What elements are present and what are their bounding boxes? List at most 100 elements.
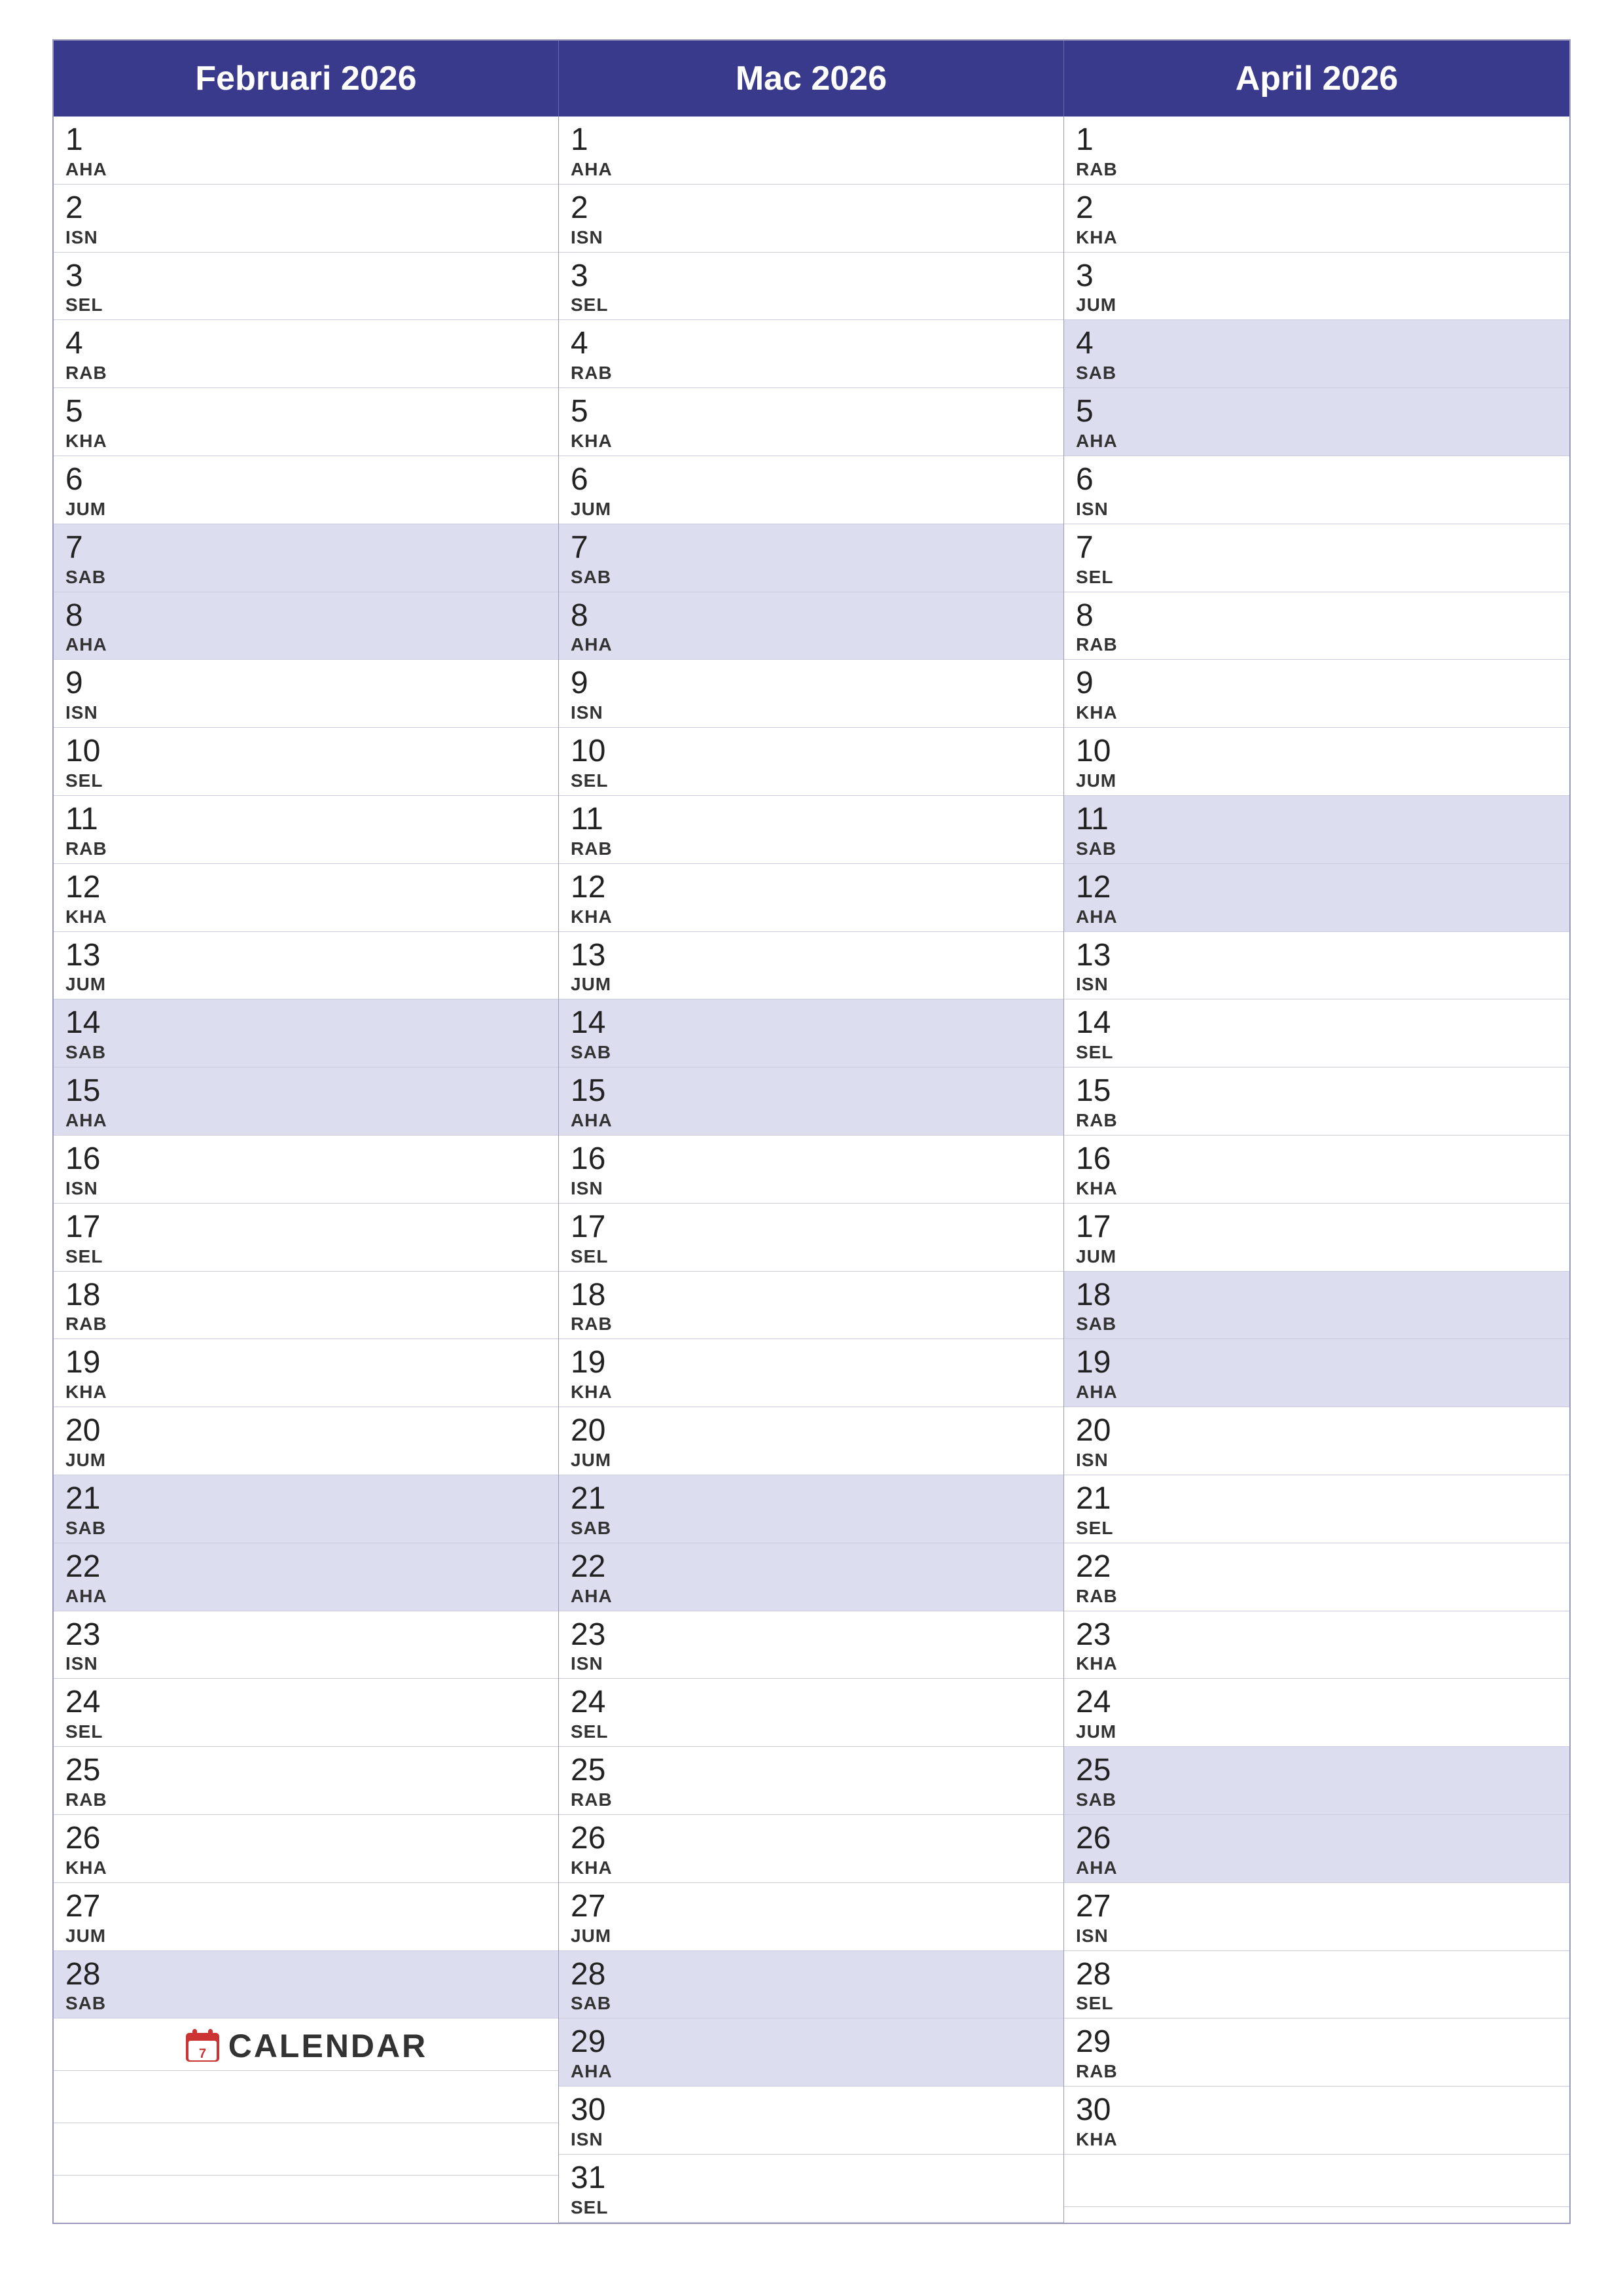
calendar-container: Februari 2026 Mac 2026 April 2026 1AHA2I… <box>52 39 1571 2224</box>
day-name: KHA <box>65 431 546 452</box>
day-number: 17 <box>571 1210 1052 1245</box>
day-name: KHA <box>1076 702 1558 723</box>
empty-row <box>54 2123 558 2176</box>
month-col-1: 1AHA2ISN3SEL4RAB5KHA6JUM7SAB8AHA9ISN10SE… <box>559 117 1064 2223</box>
month-header-februari: Februari 2026 <box>54 41 559 117</box>
day-number: 10 <box>571 734 1052 769</box>
day-number: 2 <box>1076 191 1558 226</box>
day-row: 27ISN <box>1064 1883 1569 1951</box>
day-name: SAB <box>65 1993 546 2014</box>
day-number: 24 <box>571 1685 1052 1720</box>
day-number: 19 <box>65 1346 546 1380</box>
day-row: 15RAB <box>1064 1067 1569 1136</box>
day-name: AHA <box>65 159 546 180</box>
day-number: 4 <box>571 327 1052 361</box>
day-row: 11SAB <box>1064 796 1569 864</box>
day-name: ISN <box>571 227 1052 248</box>
day-row: 17JUM <box>1064 1204 1569 1272</box>
day-number: 7 <box>1076 531 1558 565</box>
day-row: 4SAB <box>1064 320 1569 388</box>
day-row: 31SEL <box>559 2155 1063 2223</box>
day-number: 15 <box>571 1074 1052 1109</box>
day-name: AHA <box>1076 1382 1558 1403</box>
day-name: SAB <box>1076 838 1558 859</box>
day-name: JUM <box>65 1926 546 1946</box>
day-number: 20 <box>65 1414 546 1448</box>
day-number: 17 <box>65 1210 546 1245</box>
day-row: 12KHA <box>54 864 558 932</box>
day-row: 1RAB <box>1064 117 1569 185</box>
day-name: AHA <box>571 159 1052 180</box>
day-name: AHA <box>1076 906 1558 927</box>
day-number: 26 <box>65 1821 546 1856</box>
day-name: RAB <box>571 838 1052 859</box>
day-name: KHA <box>1076 1653 1558 1674</box>
day-name: ISN <box>1076 1450 1558 1471</box>
day-name: RAB <box>1076 2061 1558 2082</box>
day-name: SAB <box>65 1518 546 1539</box>
day-name: SEL <box>65 770 546 791</box>
day-number: 18 <box>1076 1278 1558 1313</box>
day-name: SAB <box>571 1993 1052 2014</box>
day-row: 28SAB <box>559 1951 1063 2019</box>
day-row: 21SAB <box>559 1475 1063 1543</box>
day-number: 9 <box>571 666 1052 701</box>
day-row: 18RAB <box>559 1272 1063 1340</box>
day-name: SAB <box>1076 363 1558 384</box>
day-row: 4RAB <box>559 320 1063 388</box>
day-number: 20 <box>571 1414 1052 1448</box>
month-col-0: 1AHA2ISN3SEL4RAB5KHA6JUM7SAB8AHA9ISN10SE… <box>54 117 559 2223</box>
day-number: 16 <box>65 1142 546 1177</box>
day-row: 14SEL <box>1064 999 1569 1067</box>
day-row: 2ISN <box>54 185 558 253</box>
day-number: 26 <box>571 1821 1052 1856</box>
day-name: ISN <box>571 1178 1052 1199</box>
day-number: 2 <box>571 191 1052 226</box>
day-row: 5KHA <box>559 388 1063 456</box>
day-name: JUM <box>1076 1246 1558 1267</box>
day-row: 24SEL <box>559 1679 1063 1747</box>
day-name: AHA <box>65 634 546 655</box>
day-number: 1 <box>1076 123 1558 158</box>
day-number: 12 <box>571 870 1052 905</box>
day-number: 15 <box>1076 1074 1558 1109</box>
day-row: 2KHA <box>1064 185 1569 253</box>
day-name: ISN <box>571 2129 1052 2150</box>
day-number: 15 <box>65 1074 546 1109</box>
day-row: 24SEL <box>54 1679 558 1747</box>
day-name: JUM <box>65 974 546 995</box>
day-name: ISN <box>65 702 546 723</box>
calendar-header: Februari 2026 Mac 2026 April 2026 <box>54 41 1569 117</box>
day-name: KHA <box>571 906 1052 927</box>
day-number: 4 <box>1076 327 1558 361</box>
day-number: 22 <box>1076 1550 1558 1585</box>
day-row: 28SEL <box>1064 1951 1569 2019</box>
day-row: 16ISN <box>559 1136 1063 1204</box>
day-number: 22 <box>571 1550 1052 1585</box>
day-row: 23ISN <box>559 1611 1063 1679</box>
day-name: RAB <box>1076 634 1558 655</box>
day-name: SEL <box>571 295 1052 315</box>
day-row: 8RAB <box>1064 592 1569 660</box>
day-row: 23KHA <box>1064 1611 1569 1679</box>
day-name: ISN <box>1076 974 1558 995</box>
day-number: 24 <box>65 1685 546 1720</box>
svg-text:7: 7 <box>199 2047 206 2061</box>
day-number: 7 <box>65 531 546 565</box>
day-name: KHA <box>1076 227 1558 248</box>
day-row: 25RAB <box>559 1747 1063 1815</box>
day-name: AHA <box>571 1110 1052 1131</box>
day-number: 23 <box>1076 1618 1558 1653</box>
day-name: SAB <box>571 1518 1052 1539</box>
day-row: 3SEL <box>54 253 558 321</box>
day-name: SAB <box>571 1042 1052 1063</box>
day-name: JUM <box>1076 295 1558 315</box>
day-row: 22AHA <box>54 1543 558 1611</box>
day-row: 28SAB <box>54 1951 558 2019</box>
day-name: JUM <box>1076 770 1558 791</box>
day-row: 9ISN <box>54 660 558 728</box>
day-number: 16 <box>571 1142 1052 1177</box>
day-number: 5 <box>571 395 1052 429</box>
day-name: ISN <box>65 1178 546 1199</box>
day-number: 30 <box>571 2093 1052 2128</box>
